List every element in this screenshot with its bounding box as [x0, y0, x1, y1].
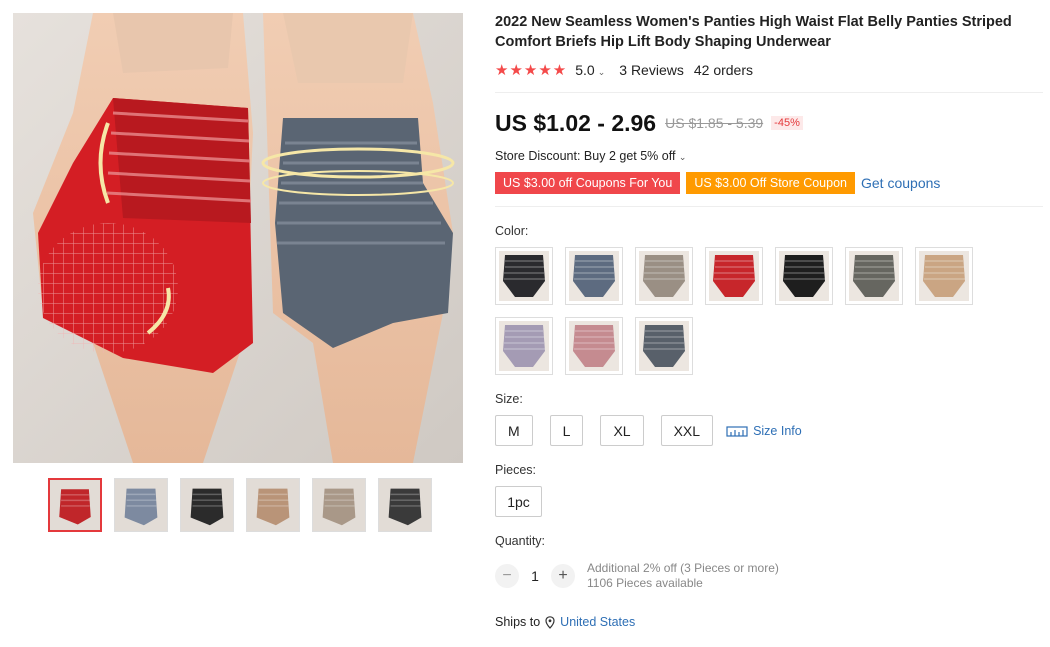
quantity-note: Additional 2% off (3 Pieces or more) 110…: [587, 561, 779, 591]
store-discount-text: Store Discount: Buy 2 get 5% off: [495, 149, 676, 163]
color-swatch-black[interactable]: [495, 247, 553, 305]
pieces-label: Pieces:: [495, 463, 536, 477]
size-option-xl[interactable]: XL: [600, 415, 644, 446]
chevron-down-icon: ⌄: [678, 152, 687, 162]
thumbnail-dark-detail[interactable]: [378, 478, 432, 532]
size-option-xxl[interactable]: XXL: [660, 415, 714, 446]
product-info: 2022 New Seamless Women's Panties High W…: [495, 12, 1043, 629]
rating-row: ★★★★★ 5.0 ⌄ 3 Reviews 42 orders: [495, 60, 1043, 80]
bulk-discount-note: Additional 2% off (3 Pieces or more): [587, 561, 779, 575]
color-swatch-beige-gray[interactable]: [635, 247, 693, 305]
coupon-for-you[interactable]: US $3.00 off Coupons For You: [495, 172, 681, 194]
size-option-l[interactable]: L: [549, 415, 584, 446]
size-info-text: Size Info: [753, 423, 802, 438]
thumbnail-red-blue-pair[interactable]: [48, 478, 102, 532]
divider: [495, 92, 1043, 93]
rating-value[interactable]: 5.0 ⌄: [575, 62, 605, 78]
color-swatch-gray[interactable]: [845, 247, 903, 305]
pieces-option-1pc[interactable]: 1pc: [495, 486, 542, 517]
product-title: 2022 New Seamless Women's Panties High W…: [495, 14, 1012, 50]
size-label: Size:: [495, 392, 523, 406]
stock-available: 1106 Pieces available: [587, 576, 703, 590]
color-swatch-skin[interactable]: [915, 247, 973, 305]
quantity-plus-button[interactable]: +: [551, 564, 575, 588]
color-swatch-slate[interactable]: [635, 317, 693, 375]
main-product-image[interactable]: [13, 13, 463, 463]
price-row: US $1.02 - 2.96 US $1.85 - 5.39 -45%: [495, 109, 1043, 137]
thumbnail-blue-shaping[interactable]: [114, 478, 168, 532]
divider: [495, 206, 1043, 207]
color-swatch-black-2[interactable]: [775, 247, 833, 305]
thumbnail-black-detail[interactable]: [180, 478, 234, 532]
color-swatch-blue-gray[interactable]: [565, 247, 623, 305]
chevron-down-icon: ⌄: [597, 67, 606, 77]
color-swatch-lavender[interactable]: [495, 317, 553, 375]
rating-number: 5.0: [575, 62, 595, 78]
color-swatch-red[interactable]: [705, 247, 763, 305]
coupon-row: US $3.00 off Coupons For You US $3.00 Of…: [495, 172, 1043, 194]
quantity-label: Quantity:: [495, 534, 546, 548]
thumbnail-strip: [48, 478, 432, 532]
orders-count: 42 orders: [693, 62, 754, 78]
size-info-link[interactable]: Size Info: [726, 424, 802, 438]
store-discount[interactable]: Store Discount: Buy 2 get 5% off ⌄: [495, 149, 1043, 167]
rating-stars: ★★★★★: [495, 62, 568, 79]
ships-to-country[interactable]: United States: [560, 615, 635, 629]
quantity-stepper: − 1 + Additional 2% off (3 Pieces or mor…: [495, 561, 1043, 591]
product-photo: [13, 13, 463, 463]
thumbnail-closeup[interactable]: [312, 478, 366, 532]
original-price: US $1.85 - 5.39: [665, 115, 764, 131]
quantity-value[interactable]: 1: [519, 568, 551, 584]
color-label: Color:: [495, 224, 529, 238]
reviews-link[interactable]: 3 Reviews: [619, 62, 684, 78]
location-pin-icon: [545, 615, 555, 629]
get-coupons-link[interactable]: Get coupons: [861, 175, 940, 191]
ruler-icon: [726, 425, 748, 437]
discount-badge: -45%: [771, 116, 803, 130]
store-coupon[interactable]: US $3.00 Off Store Coupon: [686, 172, 855, 194]
color-swatches: [495, 247, 985, 375]
size-options: M L XL XXL Size Info: [495, 415, 1043, 446]
ships-to-row: Ships to United States: [495, 615, 1043, 629]
size-option-m[interactable]: M: [495, 415, 533, 446]
ships-to-label: Ships to: [495, 615, 541, 629]
color-swatch-pink[interactable]: [565, 317, 623, 375]
thumbnail-skin-front[interactable]: [246, 478, 300, 532]
quantity-minus-button[interactable]: −: [495, 564, 519, 588]
current-price: US $1.02 - 2.96: [495, 109, 657, 136]
